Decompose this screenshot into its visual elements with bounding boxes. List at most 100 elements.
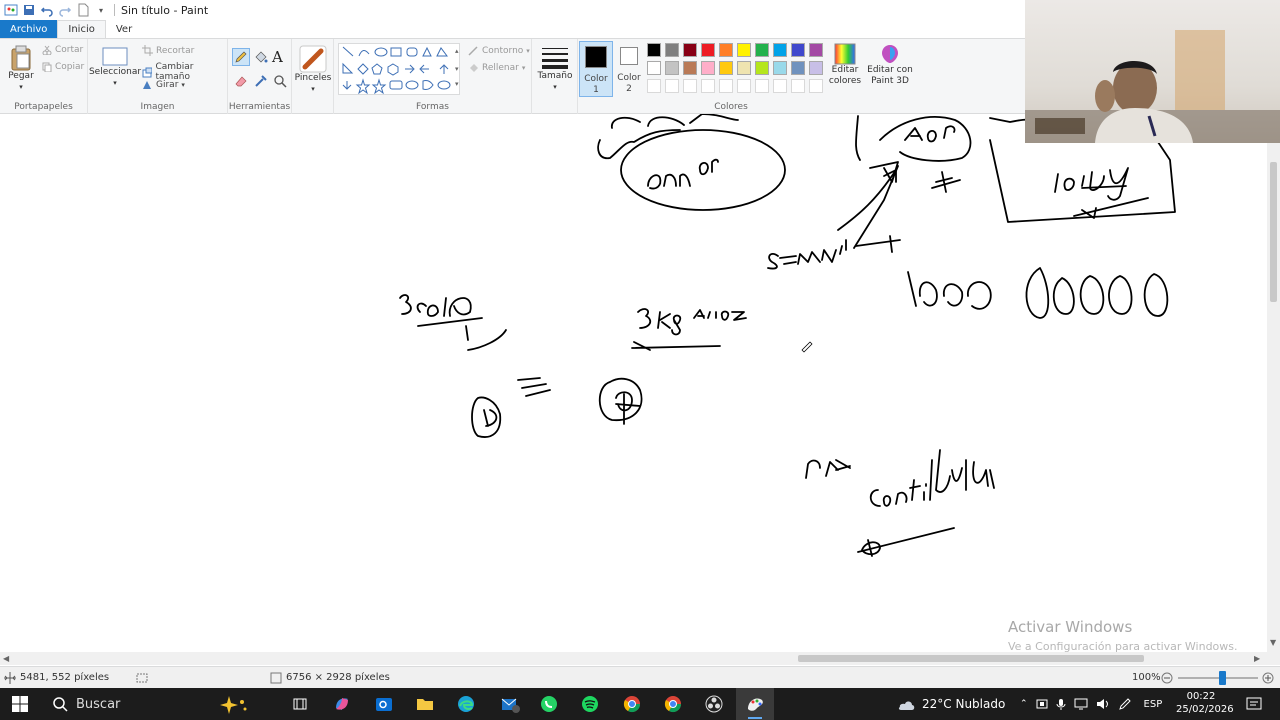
- color-swatch[interactable]: [701, 43, 715, 57]
- zoom-slider[interactable]: [1178, 671, 1258, 685]
- color-swatch[interactable]: [737, 43, 751, 57]
- custom-color-slot[interactable]: [719, 79, 733, 93]
- tray-app-icon[interactable]: [1036, 698, 1048, 710]
- color2-button[interactable]: Color 2: [613, 41, 645, 97]
- color-swatch[interactable]: [683, 61, 697, 75]
- outline-button[interactable]: Contorno ▾: [468, 45, 530, 56]
- color-swatch[interactable]: [809, 61, 823, 75]
- crop-button[interactable]: Recortar: [142, 45, 194, 56]
- task-view-button[interactable]: [290, 694, 310, 714]
- clock[interactable]: 00:22 25/02/2026: [1176, 690, 1234, 716]
- zoom-out-button[interactable]: [1161, 672, 1173, 684]
- custom-color-slot[interactable]: [809, 79, 823, 93]
- custom-color-slot[interactable]: [755, 79, 769, 93]
- tab-archivo[interactable]: Archivo: [0, 20, 58, 38]
- magnifier-tool[interactable]: [272, 73, 288, 92]
- shapes-expand-icon[interactable]: ▾: [455, 80, 459, 88]
- paste-label: Pegar: [8, 71, 34, 81]
- custom-color-slot[interactable]: [701, 79, 715, 93]
- chrome-app[interactable]: [622, 694, 642, 714]
- tab-ver[interactable]: Ver: [106, 20, 142, 38]
- chrome-profile-app[interactable]: [663, 694, 683, 714]
- file-explorer-app[interactable]: [415, 694, 435, 714]
- outlook-app[interactable]: [500, 694, 520, 714]
- size-button[interactable]: Tamaño ▾: [536, 45, 574, 93]
- new-file-icon[interactable]: [76, 3, 90, 17]
- tray-overflow-icon[interactable]: ⌃: [1020, 699, 1028, 709]
- scroll-right-icon[interactable]: ▶: [1254, 654, 1260, 663]
- edit-colors-button[interactable]: Editar colores: [825, 43, 865, 87]
- drawing-canvas[interactable]: Activar Windows Ve a Configuración para …: [0, 114, 1267, 652]
- start-button[interactable]: [10, 694, 30, 714]
- notifications-button[interactable]: [1244, 694, 1264, 714]
- paste-button[interactable]: Pegar ▾: [6, 45, 36, 93]
- whatsapp-app[interactable]: [539, 694, 559, 714]
- save-icon[interactable]: [22, 3, 36, 17]
- redo-icon[interactable]: [58, 3, 72, 17]
- shapes-scroll-down-icon[interactable]: ▾: [455, 65, 459, 73]
- color-swatch[interactable]: [755, 43, 769, 57]
- fill-button[interactable]: Rellenar ▾: [468, 62, 525, 73]
- copy-button[interactable]: Copiar: [42, 62, 84, 72]
- eraser-tool[interactable]: [233, 73, 249, 92]
- color-swatch[interactable]: [791, 43, 805, 57]
- color-swatch[interactable]: [773, 43, 787, 57]
- horizontal-scroll-thumb[interactable]: [798, 655, 1144, 662]
- brushes-button[interactable]: Pinceles ▾: [295, 45, 331, 95]
- microphone-icon[interactable]: [1056, 698, 1066, 710]
- color-swatch[interactable]: [647, 43, 661, 57]
- color1-button[interactable]: Color 1: [579, 41, 613, 97]
- color-swatch[interactable]: [701, 61, 715, 75]
- color-swatch[interactable]: [755, 61, 769, 75]
- pencil-tool[interactable]: [232, 48, 250, 66]
- vertical-scrollbar[interactable]: ▲ ▼: [1267, 114, 1280, 652]
- task-view-icon: [293, 698, 307, 710]
- vertical-scroll-thumb[interactable]: [1270, 162, 1277, 302]
- custom-color-slot[interactable]: [647, 79, 661, 93]
- fill-tool[interactable]: [253, 49, 269, 68]
- custom-color-slot[interactable]: [773, 79, 787, 93]
- zoom-in-button[interactable]: [1262, 672, 1274, 684]
- color-picker-tool[interactable]: [253, 73, 269, 92]
- scroll-down-icon[interactable]: ▼: [1270, 638, 1276, 647]
- horizontal-scrollbar[interactable]: ◀ ▶: [0, 652, 1267, 665]
- text-tool-icon[interactable]: A: [272, 48, 283, 66]
- paint3d-button[interactable]: Editar con Paint 3D: [867, 43, 913, 87]
- volume-icon[interactable]: [1096, 698, 1110, 710]
- shapes-gallery[interactable]: [338, 43, 460, 95]
- copilot-app[interactable]: [332, 694, 352, 714]
- undo-icon[interactable]: [40, 3, 54, 17]
- network-icon[interactable]: [1074, 698, 1088, 710]
- weather-widget[interactable]: 22°C Nublado: [896, 688, 1005, 720]
- select-button[interactable]: Seleccionar ▾: [89, 47, 141, 89]
- tab-inicio[interactable]: Inicio: [57, 20, 106, 38]
- color-swatch[interactable]: [791, 61, 805, 75]
- cut-button[interactable]: Cortar: [42, 45, 83, 55]
- custom-color-slot[interactable]: [791, 79, 805, 93]
- pen-icon[interactable]: [1118, 698, 1132, 710]
- mail-app[interactable]: [374, 694, 394, 714]
- paint-taskbar-button[interactable]: [736, 688, 774, 720]
- shapes-scroll-up-icon[interactable]: ▴: [455, 47, 459, 55]
- color-swatch[interactable]: [809, 43, 823, 57]
- color-swatch[interactable]: [665, 61, 679, 75]
- taskbar-search[interactable]: Buscar: [44, 688, 259, 720]
- color-swatch[interactable]: [719, 43, 733, 57]
- obs-app[interactable]: [704, 694, 724, 714]
- zoom-slider-thumb[interactable]: [1219, 671, 1226, 685]
- color-swatch[interactable]: [737, 61, 751, 75]
- color-swatch[interactable]: [647, 61, 661, 75]
- rotate-button[interactable]: Girar ▾: [142, 79, 185, 90]
- color-swatch[interactable]: [665, 43, 679, 57]
- custom-color-slot[interactable]: [737, 79, 751, 93]
- custom-color-slot[interactable]: [683, 79, 697, 93]
- scroll-left-icon[interactable]: ◀: [3, 654, 9, 663]
- color-swatch[interactable]: [683, 43, 697, 57]
- color-swatch[interactable]: [719, 61, 733, 75]
- spotify-app[interactable]: [580, 694, 600, 714]
- edge-app[interactable]: [456, 694, 476, 714]
- customize-dropdown-icon[interactable]: ▾: [94, 3, 108, 17]
- custom-color-slot[interactable]: [665, 79, 679, 93]
- language-indicator[interactable]: ESP: [1144, 699, 1163, 710]
- color-swatch[interactable]: [773, 61, 787, 75]
